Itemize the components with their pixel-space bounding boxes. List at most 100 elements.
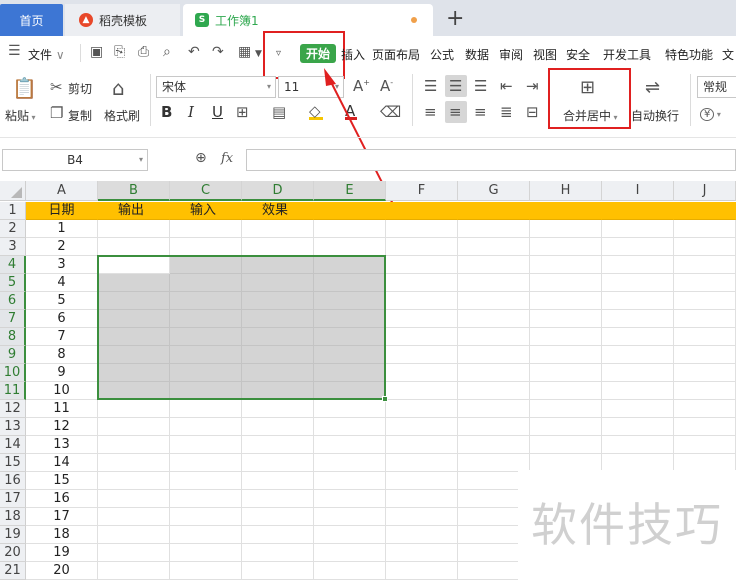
cell-H10[interactable] — [530, 364, 602, 382]
row-header-18[interactable]: 18 — [0, 508, 26, 526]
cell-D14[interactable] — [242, 436, 314, 454]
column-header-H[interactable]: H — [530, 181, 602, 201]
row-header-12[interactable]: 12 — [0, 400, 26, 418]
cell-A14[interactable]: 13 — [26, 436, 98, 454]
cell-E1[interactable] — [314, 202, 386, 220]
cell-C13[interactable] — [170, 418, 242, 436]
cell-A12[interactable]: 11 — [26, 400, 98, 418]
cell-F3[interactable] — [386, 238, 458, 256]
row-header-6[interactable]: 6 — [0, 292, 26, 310]
cell-B1[interactable]: 输出 — [98, 202, 170, 220]
cell-D18[interactable] — [242, 508, 314, 526]
column-header-I[interactable]: I — [602, 181, 674, 201]
cell-B20[interactable] — [98, 544, 170, 562]
row-header-11[interactable]: 11 — [0, 382, 26, 400]
cell-D20[interactable] — [242, 544, 314, 562]
cell-D19[interactable] — [242, 526, 314, 544]
cell-G14[interactable] — [458, 436, 530, 454]
cell-C18[interactable] — [170, 508, 242, 526]
cell-C20[interactable] — [170, 544, 242, 562]
column-header-G[interactable]: G — [458, 181, 530, 201]
column-header-A[interactable]: A — [26, 181, 98, 201]
cell-H14[interactable] — [530, 436, 602, 454]
cell-I7[interactable] — [602, 310, 674, 328]
cell-G2[interactable] — [458, 220, 530, 238]
select-all-corner[interactable] — [0, 181, 26, 201]
cell-J5[interactable] — [674, 274, 736, 292]
cell-F17[interactable] — [386, 490, 458, 508]
column-header-E[interactable]: E — [314, 181, 386, 201]
row-header-3[interactable]: 3 — [0, 238, 26, 256]
cell-A2[interactable]: 1 — [26, 220, 98, 238]
cell-F4[interactable] — [386, 256, 458, 274]
cell-A20[interactable]: 19 — [26, 544, 98, 562]
row-header-13[interactable]: 13 — [0, 418, 26, 436]
insert-function-button[interactable]: fx — [221, 151, 233, 166]
cell-G6[interactable] — [458, 292, 530, 310]
cell-A11[interactable]: 10 — [26, 382, 98, 400]
cell-A8[interactable]: 7 — [26, 328, 98, 346]
column-header-F[interactable]: F — [386, 181, 458, 201]
cell-E16[interactable] — [314, 472, 386, 490]
cell-C2[interactable] — [170, 220, 242, 238]
cell-C21[interactable] — [170, 562, 242, 580]
cell-I12[interactable] — [602, 400, 674, 418]
cell-J6[interactable] — [674, 292, 736, 310]
cell-F1[interactable] — [386, 202, 458, 220]
cell-A7[interactable]: 6 — [26, 310, 98, 328]
cell-A1[interactable]: 日期 — [26, 202, 98, 220]
cell-I1[interactable] — [602, 202, 674, 220]
cell-H13[interactable] — [530, 418, 602, 436]
cell-D2[interactable] — [242, 220, 314, 238]
cell-G7[interactable] — [458, 310, 530, 328]
row-header-14[interactable]: 14 — [0, 436, 26, 454]
cell-I5[interactable] — [602, 274, 674, 292]
cell-D21[interactable] — [242, 562, 314, 580]
cell-G11[interactable] — [458, 382, 530, 400]
formula-input[interactable] — [246, 149, 736, 171]
row-header-21[interactable]: 21 — [0, 562, 26, 580]
cell-A16[interactable]: 15 — [26, 472, 98, 490]
cell-F11[interactable] — [386, 382, 458, 400]
cell-J12[interactable] — [674, 400, 736, 418]
cell-J7[interactable] — [674, 310, 736, 328]
cell-G9[interactable] — [458, 346, 530, 364]
cell-A5[interactable]: 4 — [26, 274, 98, 292]
cell-E20[interactable] — [314, 544, 386, 562]
row-header-10[interactable]: 10 — [0, 364, 26, 382]
row-header-15[interactable]: 15 — [0, 454, 26, 472]
row-header-17[interactable]: 17 — [0, 490, 26, 508]
cell-F18[interactable] — [386, 508, 458, 526]
cell-J14[interactable] — [674, 436, 736, 454]
cell-J4[interactable] — [674, 256, 736, 274]
cell-F20[interactable] — [386, 544, 458, 562]
cell-B12[interactable] — [98, 400, 170, 418]
cell-B15[interactable] — [98, 454, 170, 472]
cell-E15[interactable] — [314, 454, 386, 472]
cell-I10[interactable] — [602, 364, 674, 382]
cell-E18[interactable] — [314, 508, 386, 526]
cell-G3[interactable] — [458, 238, 530, 256]
cell-E2[interactable] — [314, 220, 386, 238]
cell-H12[interactable] — [530, 400, 602, 418]
cell-A18[interactable]: 17 — [26, 508, 98, 526]
cell-B19[interactable] — [98, 526, 170, 544]
cell-F2[interactable] — [386, 220, 458, 238]
cell-D1[interactable]: 效果 — [242, 202, 314, 220]
cell-G8[interactable] — [458, 328, 530, 346]
cell-B17[interactable] — [98, 490, 170, 508]
cell-E13[interactable] — [314, 418, 386, 436]
cell-G10[interactable] — [458, 364, 530, 382]
cell-F9[interactable] — [386, 346, 458, 364]
cell-I8[interactable] — [602, 328, 674, 346]
name-box[interactable]: B4 ▾ — [2, 149, 148, 171]
cell-A15[interactable]: 14 — [26, 454, 98, 472]
cell-F15[interactable] — [386, 454, 458, 472]
cell-C3[interactable] — [170, 238, 242, 256]
cell-B16[interactable] — [98, 472, 170, 490]
row-header-8[interactable]: 8 — [0, 328, 26, 346]
cell-F16[interactable] — [386, 472, 458, 490]
row-header-7[interactable]: 7 — [0, 310, 26, 328]
cell-H6[interactable] — [530, 292, 602, 310]
cell-F10[interactable] — [386, 364, 458, 382]
